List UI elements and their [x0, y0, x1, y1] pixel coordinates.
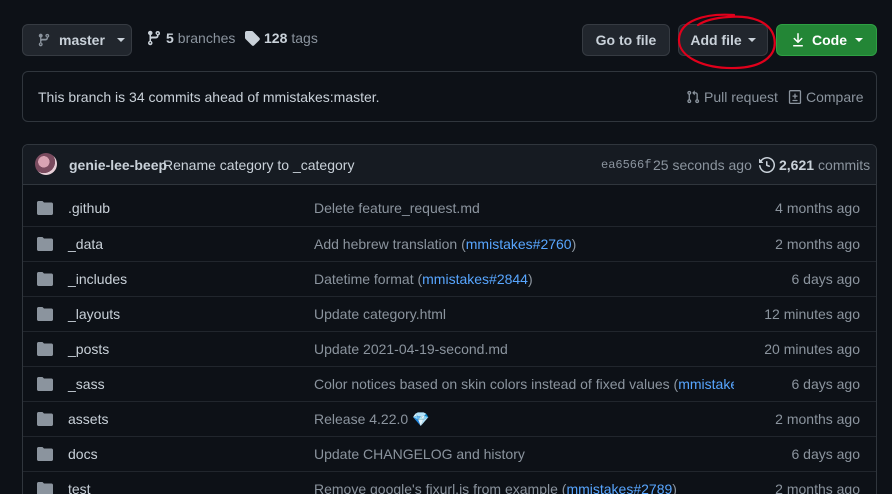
branch-select[interactable]: master — [22, 24, 132, 56]
compare-link[interactable]: Compare — [788, 89, 864, 105]
file-row[interactable]: assets Release 4.22.0 💎 2 months ago — [23, 401, 876, 436]
git-branch-icon — [148, 30, 160, 46]
file-age: 6 days ago — [791, 446, 861, 462]
commit-time: 25 seconds ago — [653, 157, 752, 173]
file-name[interactable]: _posts — [68, 341, 109, 357]
commit-sha[interactable]: ea6566f — [601, 158, 651, 172]
file-commit-message[interactable]: Update CHANGELOG and history — [314, 446, 525, 462]
code-button[interactable]: Code — [776, 24, 877, 56]
file-row[interactable]: test Remove google's fixurl.js from exam… — [23, 471, 876, 494]
file-row[interactable]: _includes Datetime format (mmistakes#284… — [23, 261, 876, 296]
folder-icon — [37, 307, 53, 321]
compare-label: Compare — [806, 89, 864, 105]
folder-icon — [37, 237, 53, 251]
file-name[interactable]: test — [68, 481, 91, 494]
commit-message[interactable]: Rename category to _category — [163, 157, 354, 173]
branch-ahead-notice: This branch is 34 commits ahead of mmist… — [22, 71, 877, 122]
chevron-down-icon — [855, 38, 863, 42]
tag-icon — [245, 31, 260, 46]
code-label: Code — [812, 32, 847, 48]
file-row[interactable]: .github Delete feature_request.md 4 mont… — [23, 191, 876, 226]
file-commit-message[interactable]: Color notices based on skin colors inste… — [314, 376, 734, 392]
file-row[interactable]: _layouts Update category.html 12 minutes… — [23, 296, 876, 331]
file-age: 2 months ago — [775, 411, 860, 427]
pull-request-label: Pull request — [704, 89, 778, 105]
folder-icon — [37, 342, 53, 356]
tags-count: 128 — [264, 30, 288, 46]
commit-author[interactable]: genie-lee-beep — [69, 157, 167, 173]
download-icon — [793, 33, 803, 47]
folder-icon — [37, 201, 53, 215]
file-commit-message[interactable]: Update 2021-04-19-second.md — [314, 341, 508, 357]
file-commit-message[interactable]: Datetime format (mmistakes#2844) — [314, 271, 533, 287]
gem-icon: 💎 — [412, 411, 430, 427]
pull-request-link[interactable]: Pull request — [686, 89, 778, 105]
file-name[interactable]: _includes — [68, 271, 127, 287]
ahead-text: This branch is 34 commits ahead of mmist… — [38, 89, 380, 105]
chevron-down-icon — [747, 38, 756, 42]
file-commit-message[interactable]: Remove google's fixurl.js from example (… — [314, 481, 677, 494]
file-age: 6 days ago — [791, 376, 861, 392]
file-age: 20 minutes ago — [764, 341, 860, 357]
branches-link[interactable]: 5 branches — [146, 30, 235, 46]
commits-link[interactable]: 2,621 commits — [759, 157, 870, 173]
file-age: 2 months ago — [775, 236, 860, 252]
file-age: 2 months ago — [775, 481, 860, 494]
commit-count: 2,621 — [779, 157, 815, 173]
go-to-file-button[interactable]: Go to file — [582, 24, 670, 56]
file-name[interactable]: assets — [68, 411, 108, 427]
file-row[interactable]: _sass Color notices based on skin colors… — [23, 366, 876, 401]
git-branch-icon — [38, 33, 50, 47]
pull-request-icon — [687, 90, 700, 104]
file-age: 4 months ago — [775, 200, 860, 216]
file-name[interactable]: docs — [68, 446, 98, 462]
folder-icon — [37, 377, 53, 391]
file-age: 12 minutes ago — [764, 306, 860, 322]
file-row[interactable]: _posts Update 2021-04-19-second.md 20 mi… — [23, 331, 876, 366]
tags-link[interactable]: 128 tags — [244, 30, 318, 46]
file-commit-message[interactable]: Release 4.22.0 💎 — [314, 411, 430, 428]
file-row[interactable]: _data Add hebrew translation (mmistakes#… — [23, 226, 876, 261]
file-name[interactable]: _data — [68, 236, 103, 252]
file-commit-message[interactable]: Delete feature_request.md — [314, 200, 480, 216]
branch-label: master — [59, 32, 105, 48]
chevron-down-icon — [116, 38, 125, 42]
folder-icon — [37, 447, 53, 461]
go-to-file-label: Go to file — [595, 32, 657, 48]
file-commit-message[interactable]: Update category.html — [314, 306, 446, 322]
file-name[interactable]: _layouts — [68, 306, 120, 322]
file-list: genie-lee-beep Rename category to _categ… — [22, 144, 877, 494]
folder-icon — [37, 412, 53, 426]
file-age: 6 days ago — [791, 271, 861, 287]
file-name[interactable]: .github — [68, 200, 110, 216]
folder-icon — [37, 482, 53, 494]
branches-label: branches — [177, 30, 236, 46]
latest-commit-header: genie-lee-beep Rename category to _categ… — [23, 145, 876, 185]
add-file-button[interactable]: Add file — [678, 24, 768, 56]
branches-count: 5 — [166, 30, 174, 46]
tags-label: tags — [291, 30, 318, 46]
compare-icon — [788, 90, 802, 104]
avatar[interactable] — [35, 153, 57, 175]
file-name[interactable]: _sass — [68, 376, 105, 392]
file-row[interactable]: docs Update CHANGELOG and history 6 days… — [23, 436, 876, 471]
commit-count-label: commits — [818, 157, 871, 173]
history-icon — [759, 157, 775, 173]
add-file-label: Add file — [690, 32, 742, 48]
folder-icon — [37, 272, 53, 286]
file-commit-message[interactable]: Add hebrew translation (mmistakes#2760) — [314, 236, 576, 252]
